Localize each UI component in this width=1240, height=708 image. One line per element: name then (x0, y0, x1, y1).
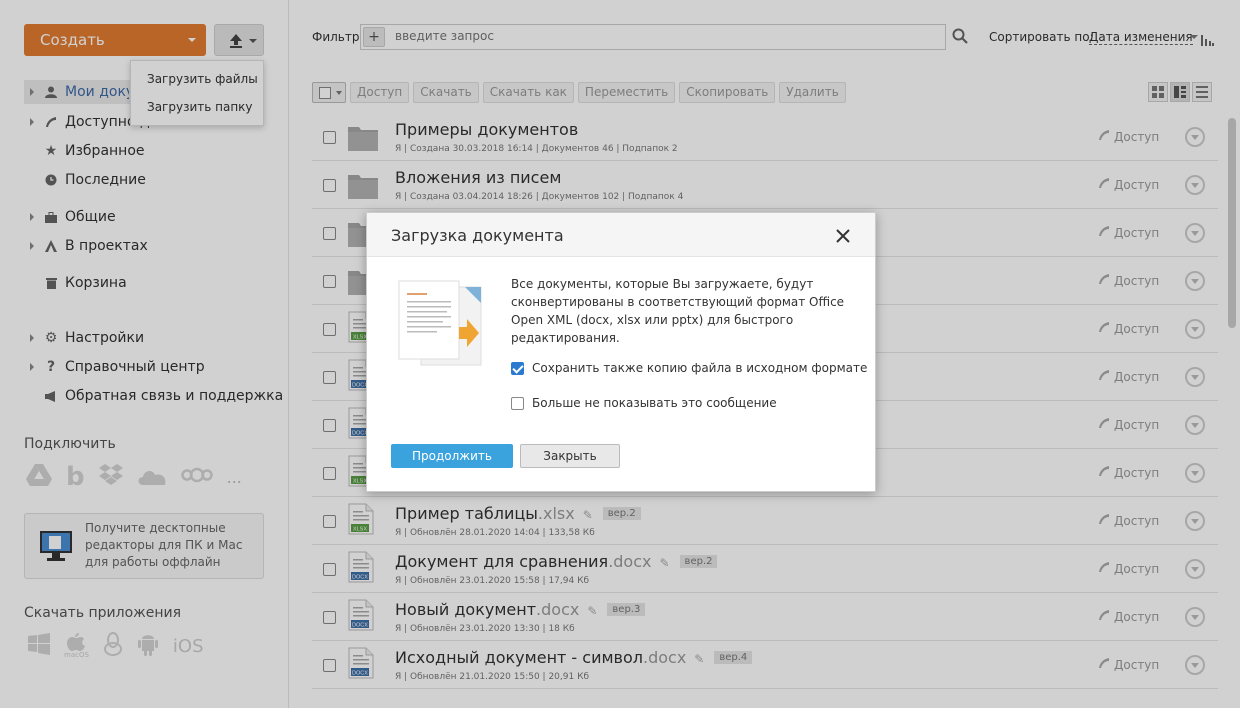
keep-copy-checkbox[interactable] (511, 361, 524, 375)
document-convert-icon (395, 279, 487, 373)
close-icon[interactable] (836, 228, 850, 243)
upload-document-dialog: Загрузка документа Все документы, которы… (366, 212, 876, 492)
dialog-title: Загрузка документа (391, 226, 564, 245)
continue-button[interactable]: Продолжить (391, 444, 513, 468)
close-button[interactable]: Закрыть (520, 444, 620, 468)
dont-show-option[interactable]: Больше не показывать это сообщение (511, 396, 777, 410)
keep-copy-label: Сохранить также копию файла в исходном ф… (532, 361, 868, 375)
keep-copy-option[interactable]: Сохранить также копию файла в исходном ф… (511, 361, 867, 375)
dont-show-label: Больше не показывать это сообщение (532, 396, 777, 410)
dont-show-checkbox[interactable] (511, 396, 524, 410)
dialog-message: Все документы, которые Вы загружаете, бу… (511, 277, 845, 345)
